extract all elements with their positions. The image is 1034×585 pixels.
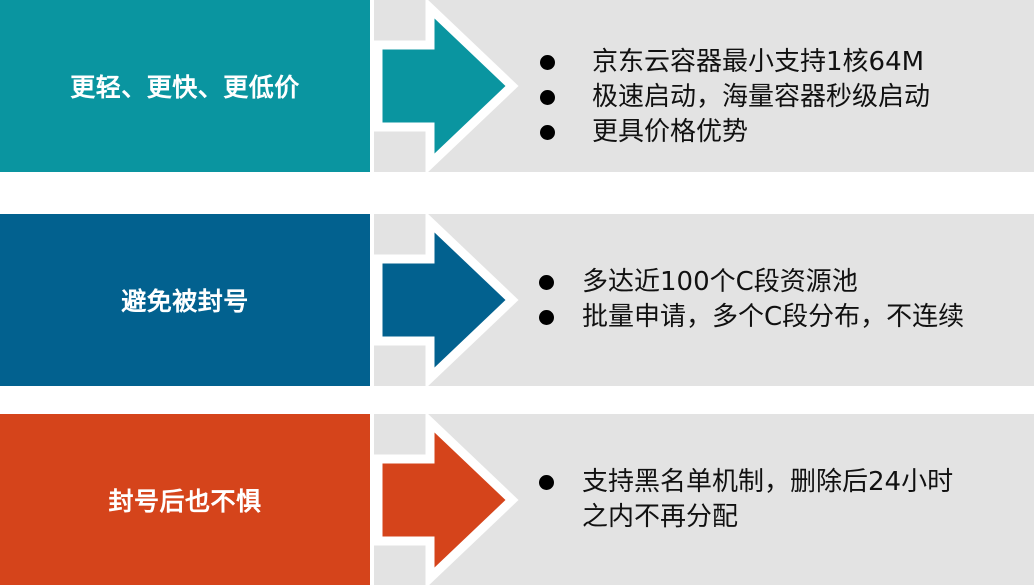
bullet-text: 支持黑名单机制，删除后24小时 [582,467,954,497]
bullet-item: 支持黑名单机制，删除后24小时 [539,465,954,500]
bullet-text: 之内不再分配 [582,502,739,532]
row-2-label: 避免被封号 [121,287,249,316]
bullet-dot-icon [539,310,554,325]
bullet-text: 多达近100个C段资源池 [582,267,858,297]
bullet-item: 批量申请，多个C段分布，不连续 [539,300,965,335]
bullet-item: 京东云容器最小支持1核64M [540,45,930,80]
bullet-item: 极速启动，海量容器秒级启动 [540,80,931,115]
bullet-text: 极速启动，海量容器秒级启动 [592,82,931,112]
row-2-bullet-list: 多达近100个C段资源池 批量申请，多个C段分布，不连续 [539,265,965,335]
bullet-dot-icon [540,90,555,105]
row-3-bullet-list: 支持黑名单机制，删除后24小时 之内不再分配 [539,465,954,535]
row-1-label: 更轻、更快、更低价 [70,73,300,102]
row-2: 避免被封号 多达近100个C段资源池 批量申请，多个C段分布，不连续 [0,214,1034,386]
bullet-dot-icon [539,475,554,490]
bullet-dot-icon [540,55,555,70]
bullet-dot-icon [540,125,555,140]
bullet-continuation: 之内不再分配 [582,500,953,535]
row-3-label: 封号后也不惧 [108,486,262,516]
row-3: 封号后也不惧 支持黑名单机制，删除后24小时 之内不再分配 [0,414,1034,585]
bullet-text: 京东云容器最小支持1核64M [592,47,925,77]
bullet-text: 批量申请，多个C段分布，不连续 [582,302,965,332]
bullet-item: 更具价格优势 [540,115,930,150]
bullet-dot-icon [539,275,554,290]
row-1: 更轻、更快、更低价 京东云容器最小支持1核64M 极速启动，海量容器秒级启动 更… [0,0,1034,172]
bullet-item: 多达近100个C段资源池 [539,265,964,300]
row-1-bullet-list: 京东云容器最小支持1核64M 极速启动，海量容器秒级启动 更具价格优势 [540,45,931,150]
bullet-text: 更具价格优势 [592,117,749,147]
